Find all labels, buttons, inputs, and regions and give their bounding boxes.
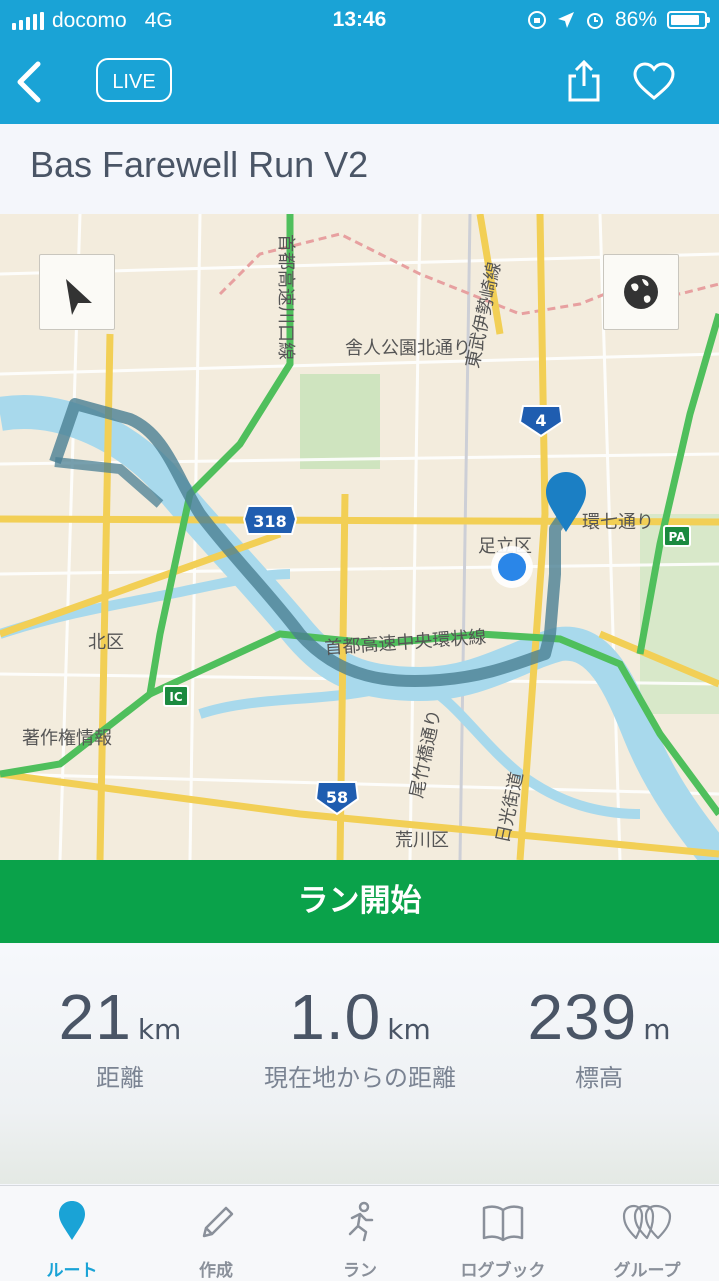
map-label: 舎人公園北通り bbox=[345, 338, 471, 359]
ic-badge: IC bbox=[163, 685, 189, 707]
route-shield-4: 4 bbox=[518, 405, 564, 438]
share-icon[interactable] bbox=[566, 60, 602, 104]
tab-label: 作成 bbox=[199, 1261, 233, 1281]
route-stats: 21 km 距離 1.0 km 現在地からの距離 239 m 標高 bbox=[0, 944, 719, 1184]
route-shield-58: 58 bbox=[314, 781, 360, 816]
tab-label: グループ bbox=[613, 1261, 681, 1281]
route-map[interactable]: 318 4 58 PA IC 舎人公園北通り 環七通り 足立区 北区 荒川区 首… bbox=[0, 214, 719, 860]
start-run-button[interactable]: ラン開始 bbox=[0, 860, 719, 943]
tab-label: ルート bbox=[46, 1261, 98, 1281]
route-shield-318: 318 bbox=[242, 505, 298, 535]
stat-value: 239 bbox=[527, 981, 638, 1053]
svg-text:318: 318 bbox=[253, 512, 286, 531]
pa-badge: PA bbox=[663, 525, 691, 547]
stat-label: 現在地からの距離 bbox=[264, 1064, 456, 1092]
park-area bbox=[300, 374, 380, 469]
map-mode-button[interactable] bbox=[603, 254, 679, 330]
stat-unit: m bbox=[643, 1013, 671, 1046]
live-button[interactable]: LIVE bbox=[96, 58, 172, 102]
svg-text:PA: PA bbox=[669, 530, 687, 544]
runner-icon bbox=[348, 1201, 374, 1242]
stat-value: 1.0 bbox=[289, 981, 382, 1053]
stat-elevation: 239 m 標高 bbox=[479, 980, 719, 1093]
stat-unit: km bbox=[137, 1013, 182, 1046]
globe-icon bbox=[624, 275, 658, 309]
heart-icon[interactable] bbox=[632, 62, 676, 102]
tab-logbook[interactable]: ログブック bbox=[431, 1186, 575, 1281]
svg-text:4: 4 bbox=[535, 411, 546, 430]
battery-icon bbox=[667, 11, 710, 29]
map-label: 環七通り bbox=[582, 512, 654, 533]
stat-distance: 21 km 距離 bbox=[0, 980, 240, 1093]
map-label: 北区 bbox=[88, 632, 124, 653]
back-chevron-icon[interactable] bbox=[14, 60, 44, 104]
stat-label: 標高 bbox=[575, 1064, 623, 1092]
alarm-icon bbox=[586, 13, 603, 29]
location-icon bbox=[557, 12, 574, 28]
group-icon bbox=[622, 1204, 672, 1240]
stat-label: 距離 bbox=[96, 1064, 144, 1092]
stat-value: 21 bbox=[58, 981, 132, 1053]
rotation-lock-icon bbox=[527, 11, 546, 29]
locate-button[interactable] bbox=[39, 254, 115, 330]
page-title: Bas Farewell Run V2 bbox=[30, 144, 369, 185]
tab-group[interactable]: グループ bbox=[575, 1186, 719, 1281]
location-arrow-icon bbox=[66, 279, 92, 315]
stat-unit: km bbox=[387, 1013, 431, 1046]
book-icon bbox=[482, 1205, 524, 1242]
pencil-icon bbox=[202, 1206, 234, 1238]
nav-bar: LIVE bbox=[0, 44, 719, 124]
tab-label: ログブック bbox=[460, 1261, 546, 1281]
status-bar: docomo 4G 13:46 86% bbox=[0, 0, 719, 44]
battery-percent: 86% bbox=[614, 8, 657, 31]
map-label[interactable]: 著作権情報 bbox=[22, 728, 112, 749]
current-location-dot bbox=[491, 546, 533, 588]
tab-label: ラン bbox=[343, 1261, 377, 1281]
svg-text:IC: IC bbox=[169, 690, 182, 704]
map-pin-icon bbox=[59, 1201, 85, 1240]
tab-run[interactable]: ラン bbox=[288, 1186, 432, 1281]
tab-bar: ルート 作成 ラン ログブック グループ bbox=[0, 1185, 719, 1281]
svg-text:58: 58 bbox=[326, 788, 348, 807]
tab-create[interactable]: 作成 bbox=[144, 1186, 288, 1281]
stat-distance-from-here: 1.0 km 現在地からの距離 bbox=[240, 980, 480, 1093]
map-label: 荒川区 bbox=[395, 830, 449, 851]
map-label: 首都高速川口線 bbox=[275, 234, 296, 360]
clock: 13:46 bbox=[332, 8, 387, 31]
tab-route[interactable]: ルート bbox=[0, 1186, 144, 1281]
